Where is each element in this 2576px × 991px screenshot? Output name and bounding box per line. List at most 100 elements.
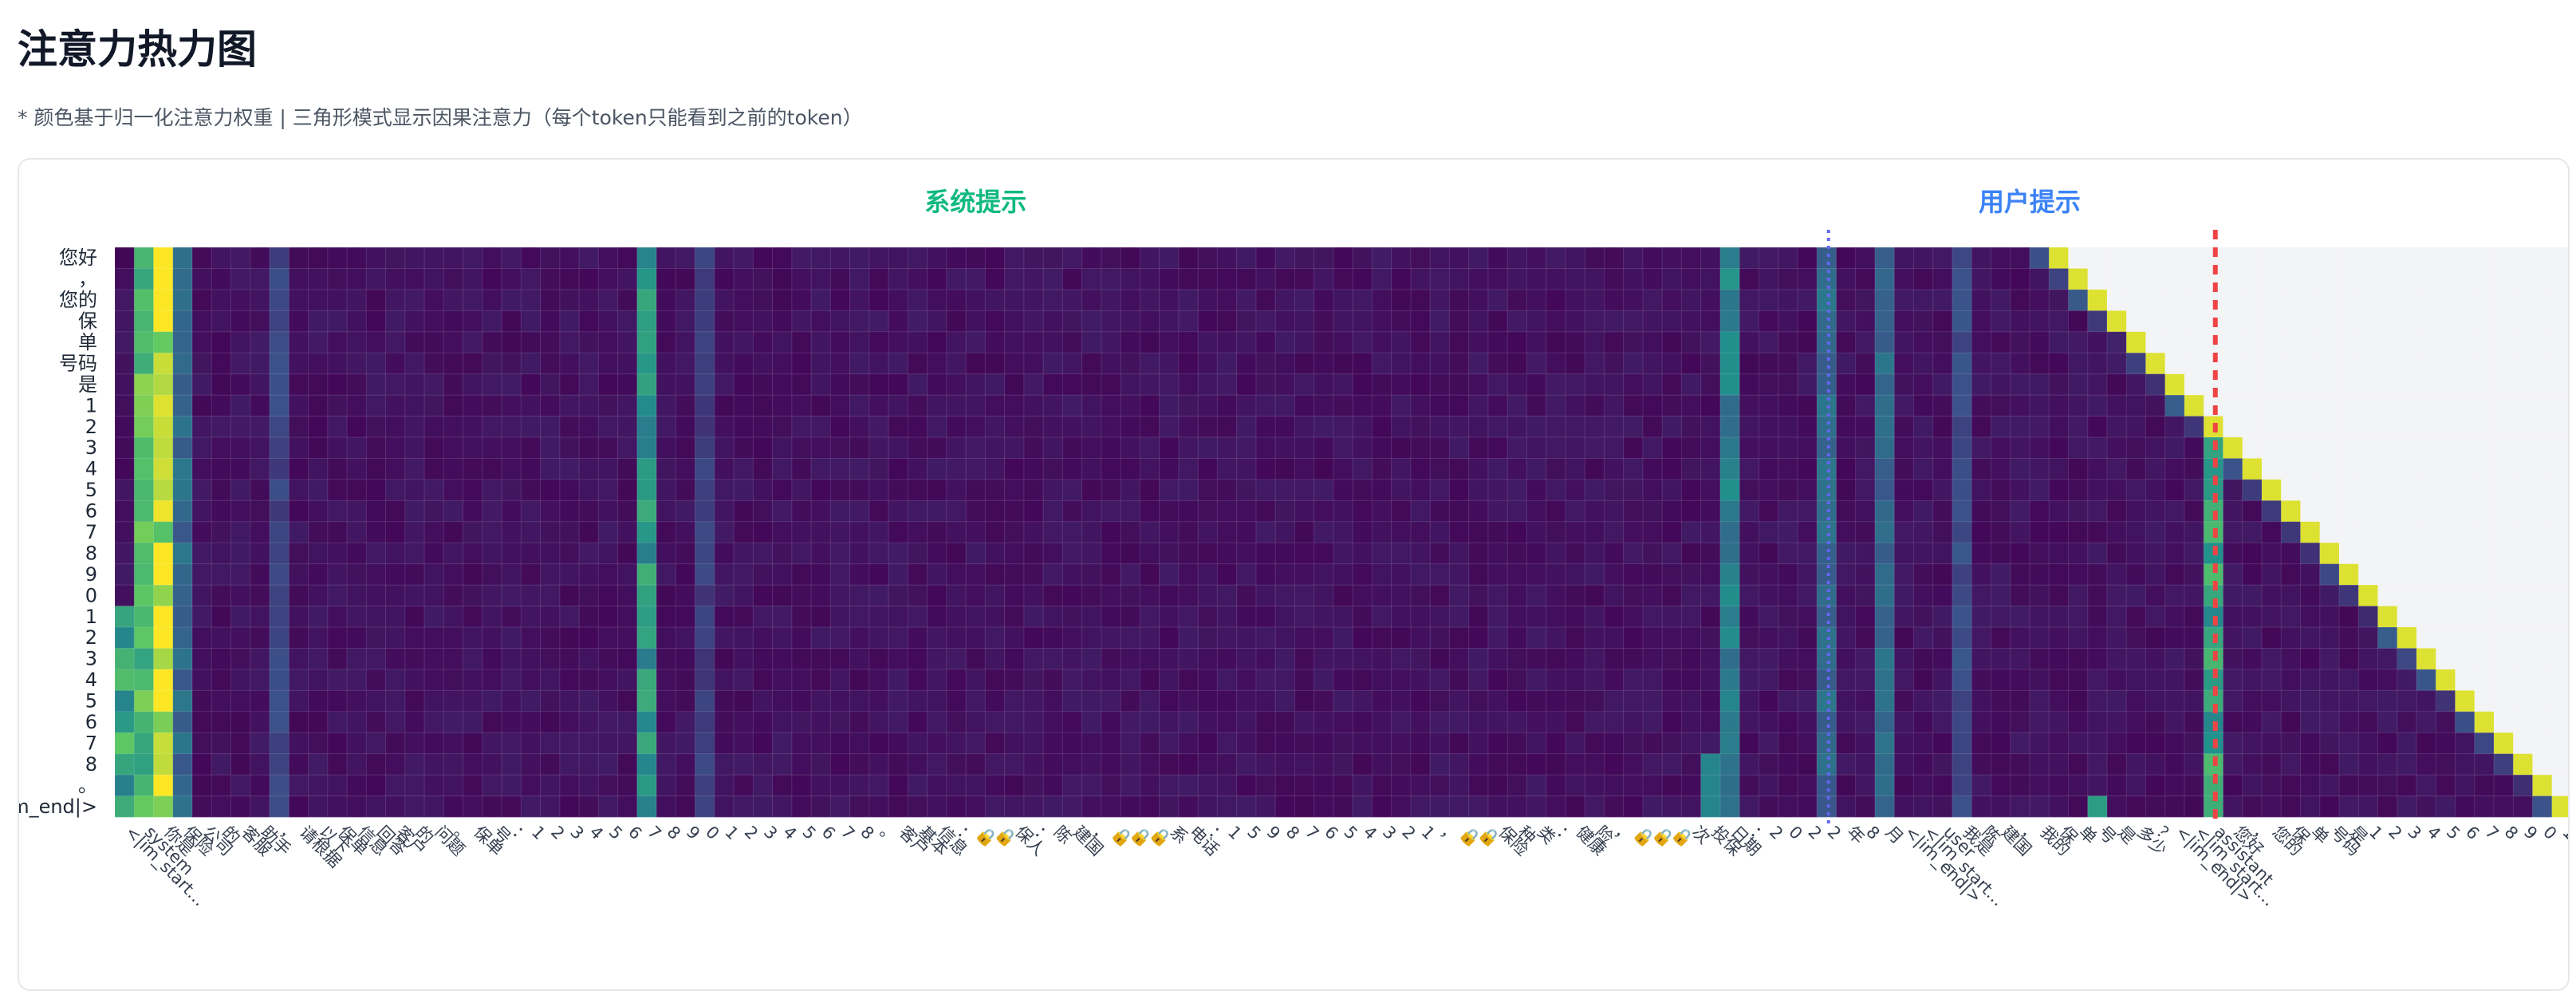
heatmap-cell[interactable] [676, 732, 695, 754]
heatmap-cell[interactable] [1855, 732, 1876, 754]
heatmap-cell[interactable] [2300, 289, 2321, 311]
heatmap-cell[interactable] [2261, 796, 2282, 818]
heatmap-cell[interactable] [966, 479, 986, 501]
heatmap-cell[interactable] [521, 395, 541, 417]
heatmap-cell[interactable] [230, 521, 251, 543]
heatmap-cell[interactable] [1140, 627, 1160, 649]
heatmap-cell[interactable] [1468, 669, 1489, 691]
heatmap-cell[interactable] [1604, 585, 1624, 606]
heatmap-cell[interactable] [1487, 585, 1508, 606]
heatmap-cell[interactable] [308, 247, 329, 269]
heatmap-cell[interactable] [888, 500, 908, 523]
heatmap-cell[interactable] [1333, 437, 1353, 459]
heatmap-cell[interactable] [2126, 627, 2146, 649]
heatmap-cell[interactable] [598, 268, 618, 290]
heatmap-cell[interactable] [289, 373, 309, 396]
heatmap-cell[interactable] [869, 310, 889, 333]
heatmap-cell[interactable] [1817, 289, 1837, 311]
heatmap-cell[interactable] [1372, 373, 1392, 396]
heatmap-cell[interactable] [2397, 458, 2417, 480]
heatmap-cell[interactable] [1043, 753, 1063, 776]
heatmap-cell[interactable] [2551, 500, 2568, 523]
heatmap-cell[interactable] [2436, 500, 2456, 523]
heatmap-cell[interactable] [2377, 416, 2398, 438]
heatmap-cell[interactable] [1507, 585, 1527, 606]
heatmap-cell[interactable] [404, 585, 425, 606]
heatmap-cell[interactable] [2551, 543, 2568, 564]
heatmap-cell[interactable] [2551, 310, 2568, 333]
heatmap-cell[interactable] [1081, 669, 1102, 691]
heatmap-cell[interactable] [1681, 437, 1701, 459]
heatmap-cell[interactable] [1391, 732, 1412, 754]
heatmap-cell[interactable] [927, 310, 947, 333]
heatmap-cell[interactable] [2358, 606, 2378, 628]
heatmap-cell[interactable] [1468, 331, 1489, 353]
heatmap-cell[interactable] [327, 416, 348, 438]
heatmap-cell[interactable] [946, 796, 967, 818]
heatmap-cell[interactable] [1410, 521, 1431, 543]
heatmap-cell[interactable] [2087, 310, 2108, 333]
heatmap-cell[interactable] [1797, 310, 1818, 333]
heatmap-cell[interactable] [2455, 521, 2476, 543]
heatmap-cell[interactable] [115, 627, 135, 649]
heatmap-cell[interactable] [927, 775, 947, 796]
heatmap-cell[interactable] [1121, 500, 1140, 523]
heatmap-cell[interactable] [1952, 416, 1972, 438]
heatmap-cell[interactable] [869, 479, 889, 501]
heatmap-cell[interactable] [1062, 458, 1082, 480]
heatmap-cell[interactable] [2493, 543, 2514, 564]
heatmap-cell[interactable] [1623, 458, 1644, 480]
heatmap-cell[interactable] [1855, 585, 1876, 606]
heatmap-cell[interactable] [1604, 331, 1624, 353]
heatmap-cell[interactable] [2493, 247, 2514, 269]
heatmap-cell[interactable] [1004, 543, 1025, 564]
heatmap-cell[interactable] [443, 373, 463, 396]
heatmap-cell[interactable] [2455, 585, 2476, 606]
heatmap-cell[interactable] [1932, 268, 1953, 290]
heatmap-cell[interactable] [2474, 521, 2495, 543]
heatmap-cell[interactable] [1391, 416, 1412, 438]
heatmap-cell[interactable] [1604, 521, 1624, 543]
heatmap-cell[interactable] [115, 669, 135, 691]
heatmap-cell[interactable] [1971, 416, 1991, 438]
heatmap-cell[interactable] [714, 310, 735, 333]
heatmap-cell[interactable] [579, 373, 599, 396]
heatmap-cell[interactable] [1681, 648, 1701, 670]
heatmap-cell[interactable] [2397, 606, 2417, 628]
heatmap-cell[interactable] [2261, 310, 2282, 333]
heatmap-cell[interactable] [2087, 753, 2108, 776]
heatmap-cell[interactable] [908, 521, 928, 543]
heatmap-cell[interactable] [1623, 753, 1644, 776]
heatmap-cell[interactable] [559, 543, 580, 564]
heatmap-cell[interactable] [1159, 437, 1180, 459]
heatmap-cell[interactable] [1932, 500, 1953, 523]
heatmap-cell[interactable] [1043, 416, 1063, 438]
heatmap-cell[interactable] [1487, 690, 1508, 713]
heatmap-cell[interactable] [1604, 796, 1624, 818]
heatmap-cell[interactable] [482, 416, 502, 438]
heatmap-cell[interactable] [2261, 458, 2282, 480]
heatmap-cell[interactable] [1314, 563, 1334, 586]
heatmap-cell[interactable] [1836, 543, 1856, 564]
heatmap-cell[interactable] [1565, 627, 1585, 649]
heatmap-cell[interactable] [2358, 563, 2378, 586]
heatmap-cell[interactable] [1178, 331, 1199, 353]
heatmap-cell[interactable] [540, 521, 561, 543]
heatmap-cell[interactable] [192, 775, 212, 796]
heatmap-cell[interactable] [250, 437, 270, 459]
heatmap-cell[interactable] [1855, 690, 1876, 713]
heatmap-cell[interactable] [1855, 268, 1876, 290]
heatmap-cell[interactable] [1333, 563, 1353, 586]
heatmap-cell[interactable] [1255, 268, 1276, 290]
heatmap-cell[interactable] [2532, 627, 2553, 649]
heatmap-cell[interactable] [1546, 395, 1566, 417]
heatmap-cell[interactable] [888, 585, 908, 606]
heatmap-cell[interactable] [2319, 416, 2340, 438]
heatmap-cell[interactable] [2068, 796, 2088, 818]
heatmap-cell[interactable] [1700, 753, 1721, 776]
heatmap-cell[interactable] [1932, 373, 1953, 396]
heatmap-cell[interactable] [443, 247, 463, 269]
heatmap-cell[interactable] [2551, 416, 2568, 438]
heatmap-cell[interactable] [521, 479, 541, 501]
heatmap-cell[interactable] [211, 310, 231, 333]
